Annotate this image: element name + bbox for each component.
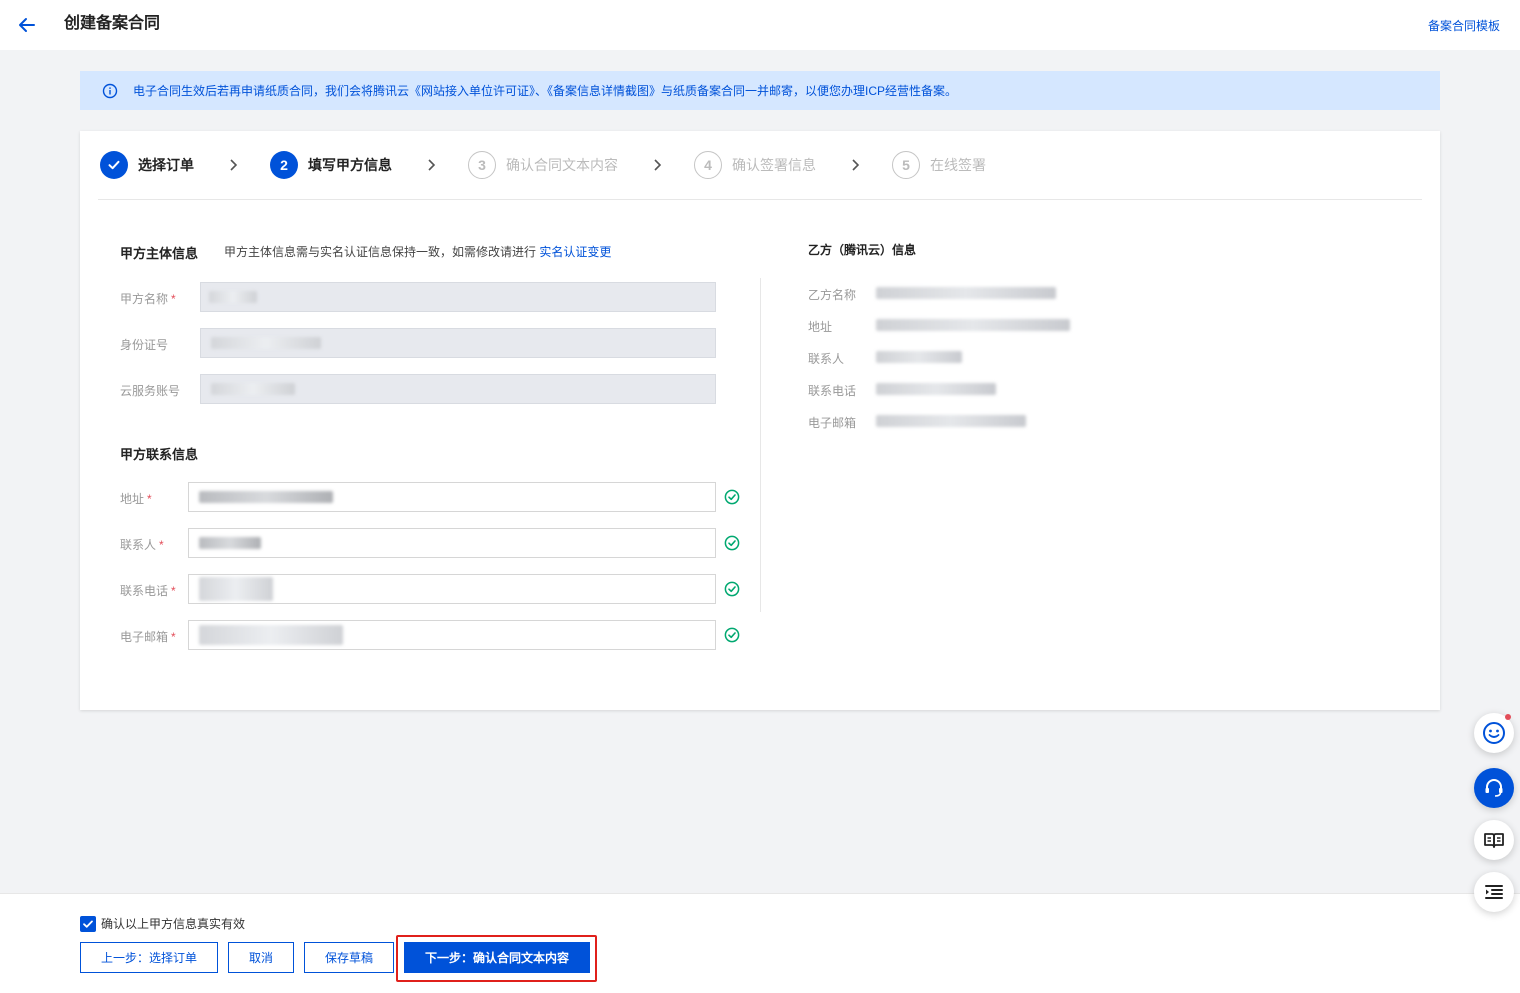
party-b-name-label: 乙方名称 (808, 288, 857, 302)
address-label: 地址 * (120, 492, 152, 506)
back-arrow-icon[interactable] (16, 14, 38, 36)
chevron-right-icon (852, 159, 860, 171)
checkbox-checked-icon[interactable] (80, 915, 96, 932)
step-3-number: 3 (468, 151, 496, 179)
email-input[interactable] (188, 620, 716, 650)
confirm-checkbox[interactable]: 确认以上甲方信息真实有效 (80, 915, 245, 932)
notice-text: 电子合同生效后若再申请纸质合同，我们会将腾讯云《网站接入单位许可证》、《备案信息… (133, 84, 958, 98)
form-card: 选择订单 2 填写甲方信息 3 确认合同文本内容 4 确认签署信息 5 在线签署… (80, 131, 1440, 710)
redacted-value (876, 287, 1056, 299)
step-5-number: 5 (892, 151, 920, 179)
step-1: 选择订单 (100, 151, 194, 179)
info-notice: 电子合同生效后若再申请纸质合同，我们会将腾讯云《网站接入单位许可证》、《备案信息… (80, 71, 1440, 110)
valid-check-icon (724, 489, 740, 505)
save-draft-button[interactable]: 保存草稿 (304, 942, 394, 973)
step-4-number: 4 (694, 151, 722, 179)
party-a-name-field (200, 282, 716, 312)
headset-icon (1485, 779, 1503, 797)
step-done-check-icon (100, 151, 128, 179)
redacted-value (211, 337, 321, 349)
phone-label: 联系电话 * (120, 584, 176, 598)
customer-service-button[interactable] (1474, 768, 1514, 808)
real-name-change-link[interactable]: 实名认证变更 (539, 245, 611, 259)
steps-divider (98, 199, 1422, 200)
notification-dot (1505, 714, 1511, 720)
prev-step-button[interactable]: 上一步：选择订单 (80, 942, 218, 973)
party-b-email-label: 电子邮箱 (808, 416, 857, 430)
valid-check-icon (724, 627, 740, 643)
step-2-label: 填写甲方信息 (308, 157, 392, 173)
outline-button[interactable] (1474, 872, 1514, 912)
chevron-right-icon (428, 159, 436, 171)
redacted-value (199, 537, 261, 549)
id-number-label: 身份证号 (120, 338, 169, 352)
chevron-right-icon (230, 159, 238, 171)
step-5-label: 在线签署 (930, 157, 986, 173)
contact-person-input[interactable] (188, 528, 716, 558)
step-2: 2 填写甲方信息 (270, 151, 392, 179)
step-1-label: 选择订单 (138, 157, 194, 173)
valid-check-icon (724, 581, 740, 597)
party-a-subject-hint: 甲方主体信息需与实名认证信息保持一致，如需修改请进行 实名认证变更 (224, 243, 611, 260)
redacted-value (199, 491, 333, 503)
subject-hint-text: 甲方主体信息需与实名认证信息保持一致，如需修改请进行 (224, 245, 537, 259)
party-a-name-label: 甲方名称 * (120, 292, 176, 306)
redacted-value (199, 577, 273, 601)
step-4: 4 确认签署信息 (694, 151, 816, 179)
highlight-box (396, 935, 597, 982)
valid-check-icon (724, 535, 740, 551)
step-bar: 选择订单 2 填写甲方信息 3 确认合同文本内容 4 确认签署信息 5 在线签署 (80, 131, 1440, 199)
step-2-number: 2 (270, 151, 298, 179)
id-number-field (200, 328, 716, 358)
cloud-account-label: 云服务账号 (120, 384, 181, 398)
party-b-phone-label: 联系电话 (808, 384, 857, 398)
step-4-label: 确认签署信息 (732, 157, 816, 173)
chevron-right-icon (654, 159, 662, 171)
page-title: 创建备案合同 (64, 15, 161, 32)
contact-person-label: 联系人 * (120, 538, 164, 552)
party-a-subject-title: 甲方主体信息 (120, 246, 199, 261)
top-bar: 创建备案合同 备案合同模板 (0, 0, 1520, 50)
party-b-title: 乙方（腾讯云）信息 (808, 243, 917, 257)
bottom-action-bar: 确认以上甲方信息真实有效 上一步：选择订单 取消 保存草稿 下一步：确认合同文本… (0, 893, 1520, 993)
party-b-address-label: 地址 (808, 320, 833, 334)
address-input[interactable] (188, 482, 716, 512)
indent-list-icon (1485, 885, 1503, 899)
contract-template-link[interactable]: 备案合同模板 (1428, 17, 1500, 34)
email-label: 电子邮箱 * (120, 630, 176, 644)
step-3-label: 确认合同文本内容 (506, 157, 618, 173)
cloud-account-field (200, 374, 716, 404)
info-icon (102, 83, 118, 99)
phone-input[interactable] (188, 574, 716, 604)
column-divider (760, 278, 761, 612)
redacted-value (876, 383, 996, 395)
redacted-value (209, 291, 257, 303)
redacted-value (876, 415, 1026, 427)
party-b-contact-label: 联系人 (808, 352, 845, 366)
documentation-button[interactable] (1474, 820, 1514, 860)
smiley-icon (1483, 722, 1505, 744)
step-5: 5 在线签署 (892, 151, 986, 179)
confirm-text: 确认以上甲方信息真实有效 (101, 917, 246, 931)
redacted-value (876, 319, 1070, 331)
step-3: 3 确认合同文本内容 (468, 151, 618, 179)
cancel-button[interactable]: 取消 (228, 942, 294, 973)
book-icon (1484, 833, 1504, 848)
party-a-contact-title: 甲方联系信息 (120, 447, 199, 462)
redacted-value (199, 625, 343, 645)
redacted-value (876, 351, 962, 363)
redacted-value (211, 383, 295, 395)
